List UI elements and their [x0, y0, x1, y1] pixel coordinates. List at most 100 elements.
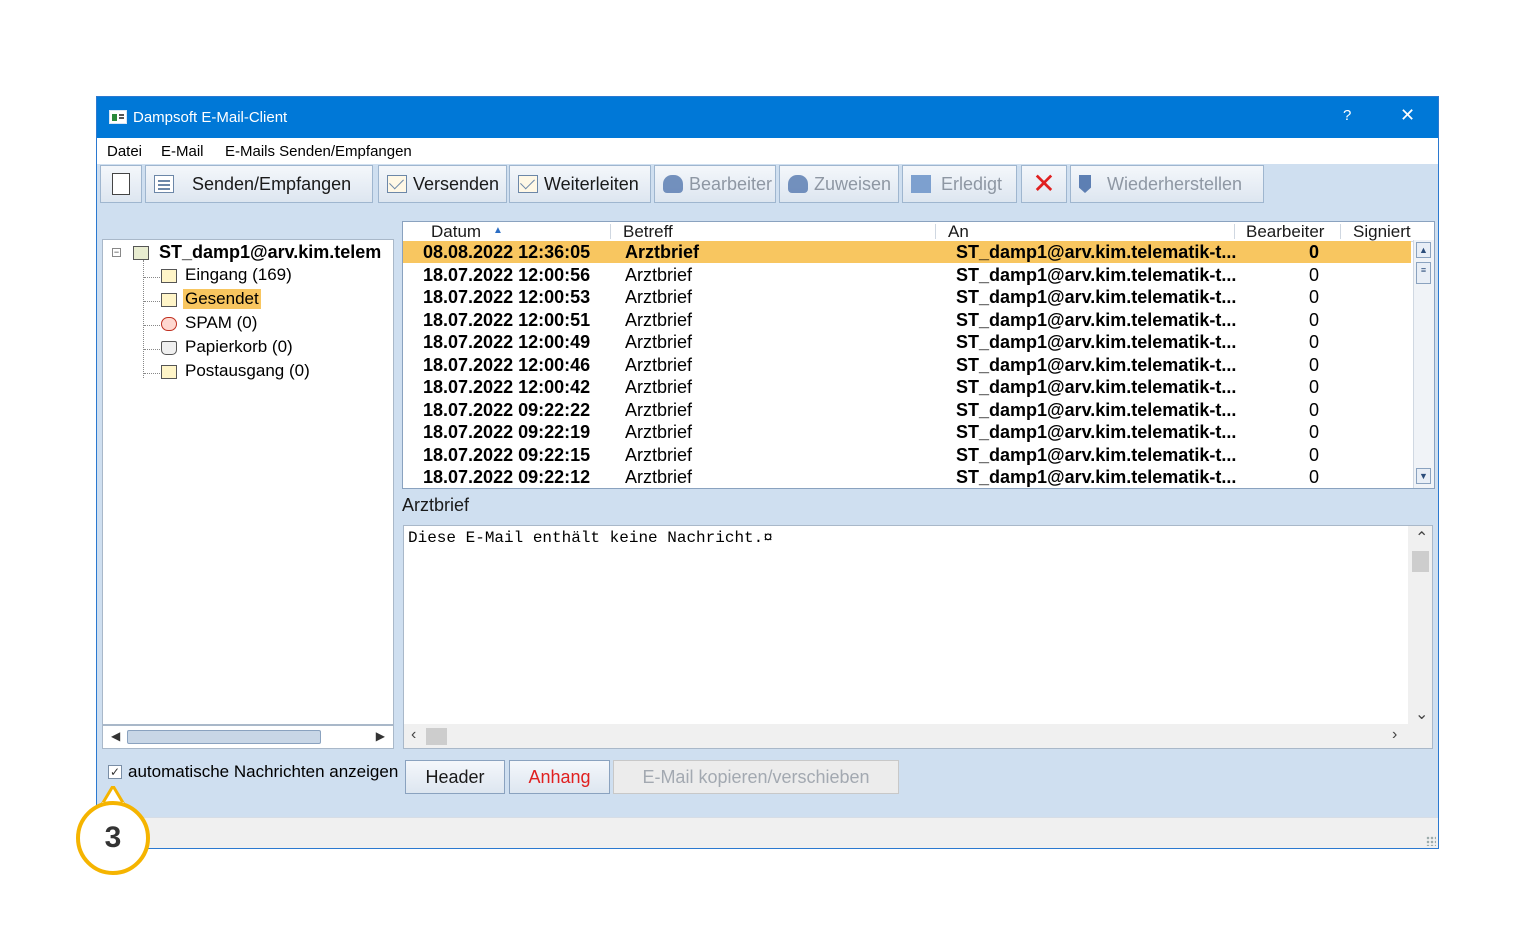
cell-recipient: ST_damp1@arv.kim.telematik-t...	[956, 377, 1237, 397]
cell-processor: 0	[1309, 332, 1320, 352]
done-button[interactable]: Erledigt	[902, 165, 1017, 203]
table-row[interactable]: 18.07.2022 12:00:53 Arztbrief ST_damp1@arv…	[403, 286, 1411, 308]
table-row[interactable]: 18.07.2022 12:00:42 Arztbrief ST_damp1@arv…	[403, 376, 1411, 398]
table-row[interactable]: 18.07.2022 09:22:22 Arztbrief ST_damp1@arv…	[403, 399, 1411, 421]
cell-subject: Arztbrief	[625, 287, 693, 307]
scroll-down-icon[interactable]: ▼	[1416, 468, 1431, 484]
table-row[interactable]: 18.07.2022 09:22:19 Arztbrief ST_damp1@arv…	[403, 421, 1411, 443]
close-button[interactable]: ✕	[1400, 105, 1415, 126]
tree-scroll-thumb[interactable]	[127, 730, 321, 744]
preview-subject: Arztbrief	[402, 495, 470, 515]
cell-processor: 0	[1309, 264, 1320, 285]
column-an[interactable]: An	[948, 222, 969, 242]
edit-label: Bearbeiter	[689, 173, 773, 194]
menu-datei[interactable]: Datei	[107, 143, 142, 160]
delete-button[interactable]: ✕	[1021, 165, 1067, 203]
cell-processor: 0	[1309, 422, 1320, 442]
preview-horizontal-scrollbar[interactable]: ‹ ›	[404, 724, 1432, 748]
column-separator[interactable]	[610, 224, 611, 239]
new-mail-button[interactable]	[100, 165, 142, 203]
chevron-right-icon[interactable]: ›	[1392, 726, 1397, 744]
envelope-send-icon	[387, 175, 407, 193]
tree-folder-eingang[interactable]: Eingang (169)	[183, 265, 294, 285]
menu-email[interactable]: E-Mail	[161, 143, 204, 160]
scroll-left-icon[interactable]: ◀	[111, 729, 120, 743]
column-signiert[interactable]: Signiert	[1353, 222, 1411, 242]
scroll-up-icon[interactable]: ▲	[1416, 242, 1431, 258]
chevron-up-icon[interactable]: ⌃	[1415, 528, 1428, 548]
cell-processor: 0	[1309, 242, 1320, 262]
scroll-thumb[interactable]: ≡	[1416, 262, 1431, 284]
chevron-left-icon[interactable]: ‹	[411, 726, 416, 744]
cell-subject: Arztbrief	[625, 444, 693, 465]
resize-grip-icon[interactable]	[1426, 836, 1436, 846]
table-row[interactable]: 08.08.2022 12:36:05 Arztbrief ST_damp1@arv…	[403, 241, 1411, 263]
restore-icon	[1079, 175, 1091, 193]
scroll-right-icon[interactable]: ▶	[376, 729, 385, 743]
column-separator[interactable]	[935, 224, 936, 239]
edit-button[interactable]: Bearbeiter	[654, 165, 776, 203]
column-separator[interactable]	[1234, 224, 1235, 239]
cell-subject: Arztbrief	[625, 309, 693, 330]
table-row[interactable]: 18.07.2022 09:22:12 Arztbrief ST_damp1@arv…	[403, 466, 1411, 488]
cell-processor: 0	[1309, 377, 1320, 397]
table-row[interactable]: 18.07.2022 12:00:51 Arztbrief ST_damp1@arv…	[403, 309, 1411, 331]
table-row[interactable]: 18.07.2022 09:22:15 Arztbrief ST_damp1@arv…	[403, 444, 1411, 466]
tree-folder-gesendet[interactable]: Gesendet	[183, 289, 261, 309]
cell-subject: Arztbrief	[625, 399, 693, 420]
preview-vertical-scrollbar[interactable]: ⌃ ⌄	[1408, 526, 1432, 724]
status-bar	[97, 817, 1438, 848]
tree-connector	[144, 277, 160, 278]
user-icon	[663, 175, 683, 193]
preview-hscroll-thumb[interactable]	[426, 728, 447, 745]
header-button[interactable]: Header	[405, 760, 505, 794]
send-receive-button[interactable]: Senden/Empfangen	[145, 165, 373, 203]
column-datum[interactable]: Datum	[431, 222, 481, 242]
tree-root-account[interactable]: ST_damp1@arv.kim.telem	[159, 242, 381, 263]
menu-send-receive[interactable]: E-Mails Senden/Empfangen	[225, 143, 412, 160]
tree-horizontal-scrollbar[interactable]: ◀ ▶	[102, 725, 394, 749]
column-bearbeiter[interactable]: Bearbeiter	[1246, 222, 1324, 242]
collapse-icon[interactable]: −	[112, 248, 121, 257]
cell-recipient: ST_damp1@arv.kim.telematik-t...	[956, 264, 1237, 285]
preview-scroll-thumb[interactable]	[1412, 551, 1429, 572]
cell-recipient: ST_damp1@arv.kim.telematik-t...	[956, 354, 1237, 375]
send-button[interactable]: Versenden	[378, 165, 507, 203]
tree-folder-spam[interactable]: SPAM (0)	[183, 313, 259, 333]
cell-recipient: ST_damp1@arv.kim.telematik-t...	[956, 467, 1237, 487]
help-button[interactable]: ?	[1343, 107, 1351, 124]
sent-folder-icon	[161, 293, 177, 307]
preview-body: Diese E-Mail enthält keine Nachricht.¤	[408, 529, 773, 547]
cell-recipient: ST_damp1@arv.kim.telematik-t...	[956, 287, 1237, 307]
cell-subject: Arztbrief	[625, 422, 693, 442]
envelope-forward-icon	[518, 175, 538, 193]
restore-button[interactable]: Wiederherstellen	[1070, 165, 1264, 203]
table-row[interactable]: 18.07.2022 12:00:49 Arztbrief ST_damp1@arv…	[403, 331, 1411, 353]
mail-list-vertical-scrollbar[interactable]: ▲ ≡ ▼	[1413, 240, 1434, 488]
column-betreff[interactable]: Betreff	[623, 222, 673, 242]
tree-folder-postausgang[interactable]: Postausgang (0)	[183, 361, 312, 381]
forward-button[interactable]: Weiterleiten	[509, 165, 651, 203]
delete-x-icon: ✕	[1032, 168, 1056, 199]
chevron-down-icon[interactable]: ⌄	[1415, 704, 1428, 724]
outbox-icon	[161, 365, 177, 379]
assign-button[interactable]: Zuweisen	[779, 165, 899, 203]
tree-folder-papierkorb[interactable]: Papierkorb (0)	[183, 337, 295, 357]
cell-subject: Arztbrief	[625, 242, 700, 262]
table-row[interactable]: 18.07.2022 12:00:56 Arztbrief ST_damp1@arv…	[403, 264, 1411, 286]
table-row[interactable]: 18.07.2022 12:00:46 Arztbrief ST_damp1@arv…	[403, 354, 1411, 376]
folder-tree: − ST_damp1@arv.kim.telem Eingang (169) G…	[102, 239, 394, 725]
assign-user-icon	[788, 175, 808, 193]
preview-pane[interactable]: Diese E-Mail enthält keine Nachricht.¤ ⌃…	[403, 525, 1433, 749]
cell-subject: Arztbrief	[625, 332, 693, 352]
cell-date: 08.08.2022 12:36:05	[423, 242, 591, 262]
cell-date: 18.07.2022 12:00:46	[423, 354, 591, 375]
copy-move-button[interactable]: E-Mail kopieren/verschieben	[613, 760, 899, 794]
column-separator[interactable]	[1340, 224, 1341, 239]
cell-date: 18.07.2022 12:00:51	[423, 309, 591, 330]
assign-label: Zuweisen	[814, 173, 892, 194]
auto-messages-checkbox[interactable]: ✓	[108, 765, 122, 779]
cell-processor: 0	[1309, 354, 1320, 375]
cell-date: 18.07.2022 09:22:15	[423, 444, 591, 465]
attachment-button[interactable]: Anhang	[509, 760, 610, 794]
